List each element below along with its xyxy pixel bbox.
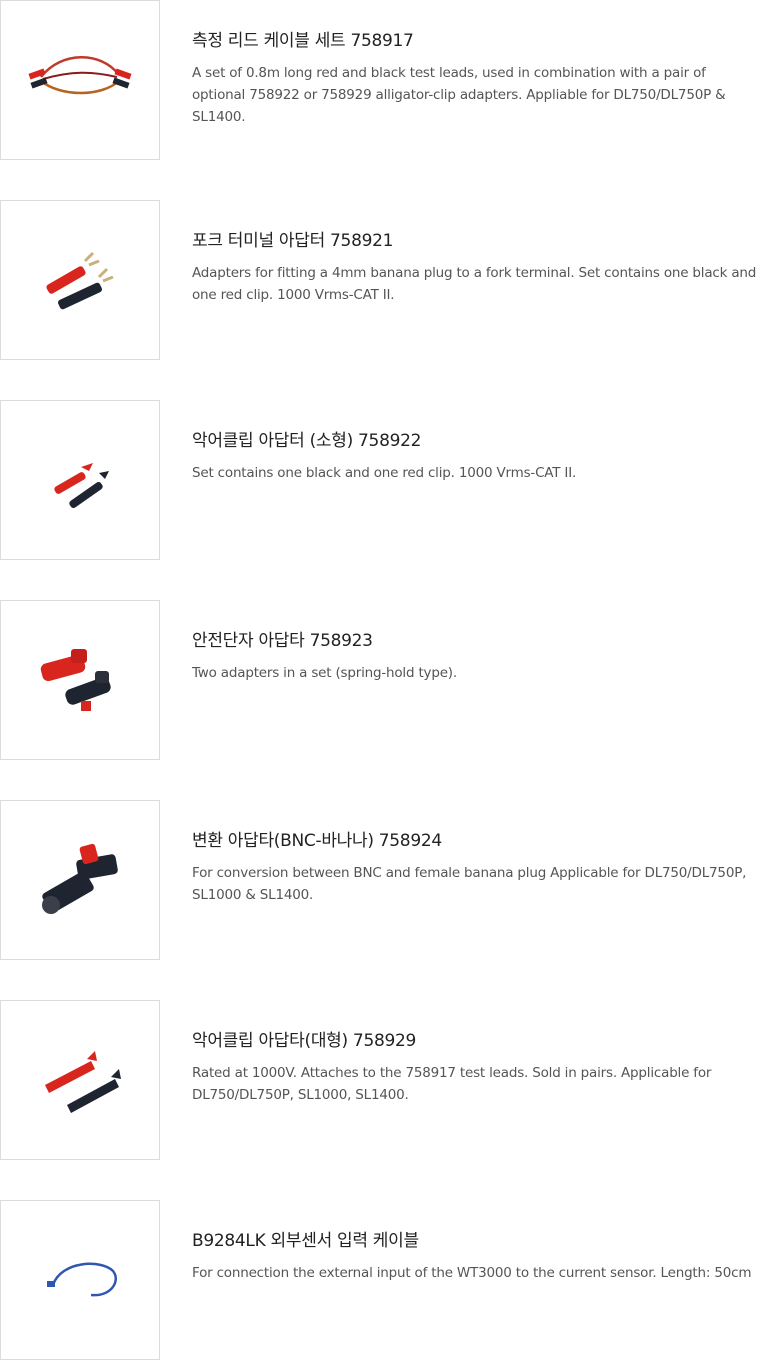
product-item: 측정 리드 케이블 세트 758917 A set of 0.8m long r… (0, 0, 762, 160)
product-item: 악어클립 아답터 (소형) 758922 Set contains one bl… (0, 400, 762, 560)
product-description: For connection the external input of the… (192, 1265, 752, 1281)
product-image-test-lead-cable-set[interactable] (0, 0, 160, 160)
product-title[interactable]: 포크 터미널 아답터 758921 (192, 226, 393, 251)
product-item: 변환 아답타(BNC-바나나) 758924 For conversion be… (0, 800, 762, 960)
product-image-small-alligator-clip-adapter[interactable] (0, 400, 160, 560)
product-description: Two adapters in a set (spring-hold type)… (192, 665, 457, 681)
product-description: Rated at 1000V. Attaches to the 758917 t… (192, 1065, 712, 1103)
product-image-fork-terminal-adapter[interactable] (0, 200, 160, 360)
product-image-large-alligator-clip-adapter[interactable] (0, 1000, 160, 1160)
product-image-external-sensor-input-cable[interactable] (0, 1200, 160, 1360)
product-description: A set of 0.8m long red and black test le… (192, 65, 726, 125)
product-description: Adapters for fitting a 4mm banana plug t… (192, 265, 757, 303)
product-item: 안전단자 아답타 758923 Two adapters in a set (s… (0, 600, 762, 760)
product-title[interactable]: 변환 아답타(BNC-바나나) 758924 (192, 826, 442, 851)
product-item: 악어클립 아답타(대형) 758929 Rated at 1000V. Atta… (0, 1000, 762, 1160)
product-title[interactable]: 악어클립 아답타(대형) 758929 (192, 1026, 416, 1051)
product-image-safety-terminal-adapter[interactable] (0, 600, 160, 760)
product-image-bnc-banana-adapter[interactable] (0, 800, 160, 960)
product-item: B9284LK 외부센서 입력 케이블 For connection the e… (0, 1200, 762, 1360)
product-description: Set contains one black and one red clip.… (192, 465, 577, 481)
product-title[interactable]: 측정 리드 케이블 세트 758917 (192, 26, 414, 51)
product-item: 포크 터미널 아답터 758921 Adapters for fitting a… (0, 200, 762, 360)
product-title[interactable]: 악어클립 아답터 (소형) 758922 (192, 426, 421, 451)
product-title[interactable]: 안전단자 아답타 758923 (192, 626, 373, 651)
product-title[interactable]: B9284LK 외부센서 입력 케이블 (192, 1226, 419, 1251)
product-description: For conversion between BNC and female ba… (192, 865, 747, 903)
